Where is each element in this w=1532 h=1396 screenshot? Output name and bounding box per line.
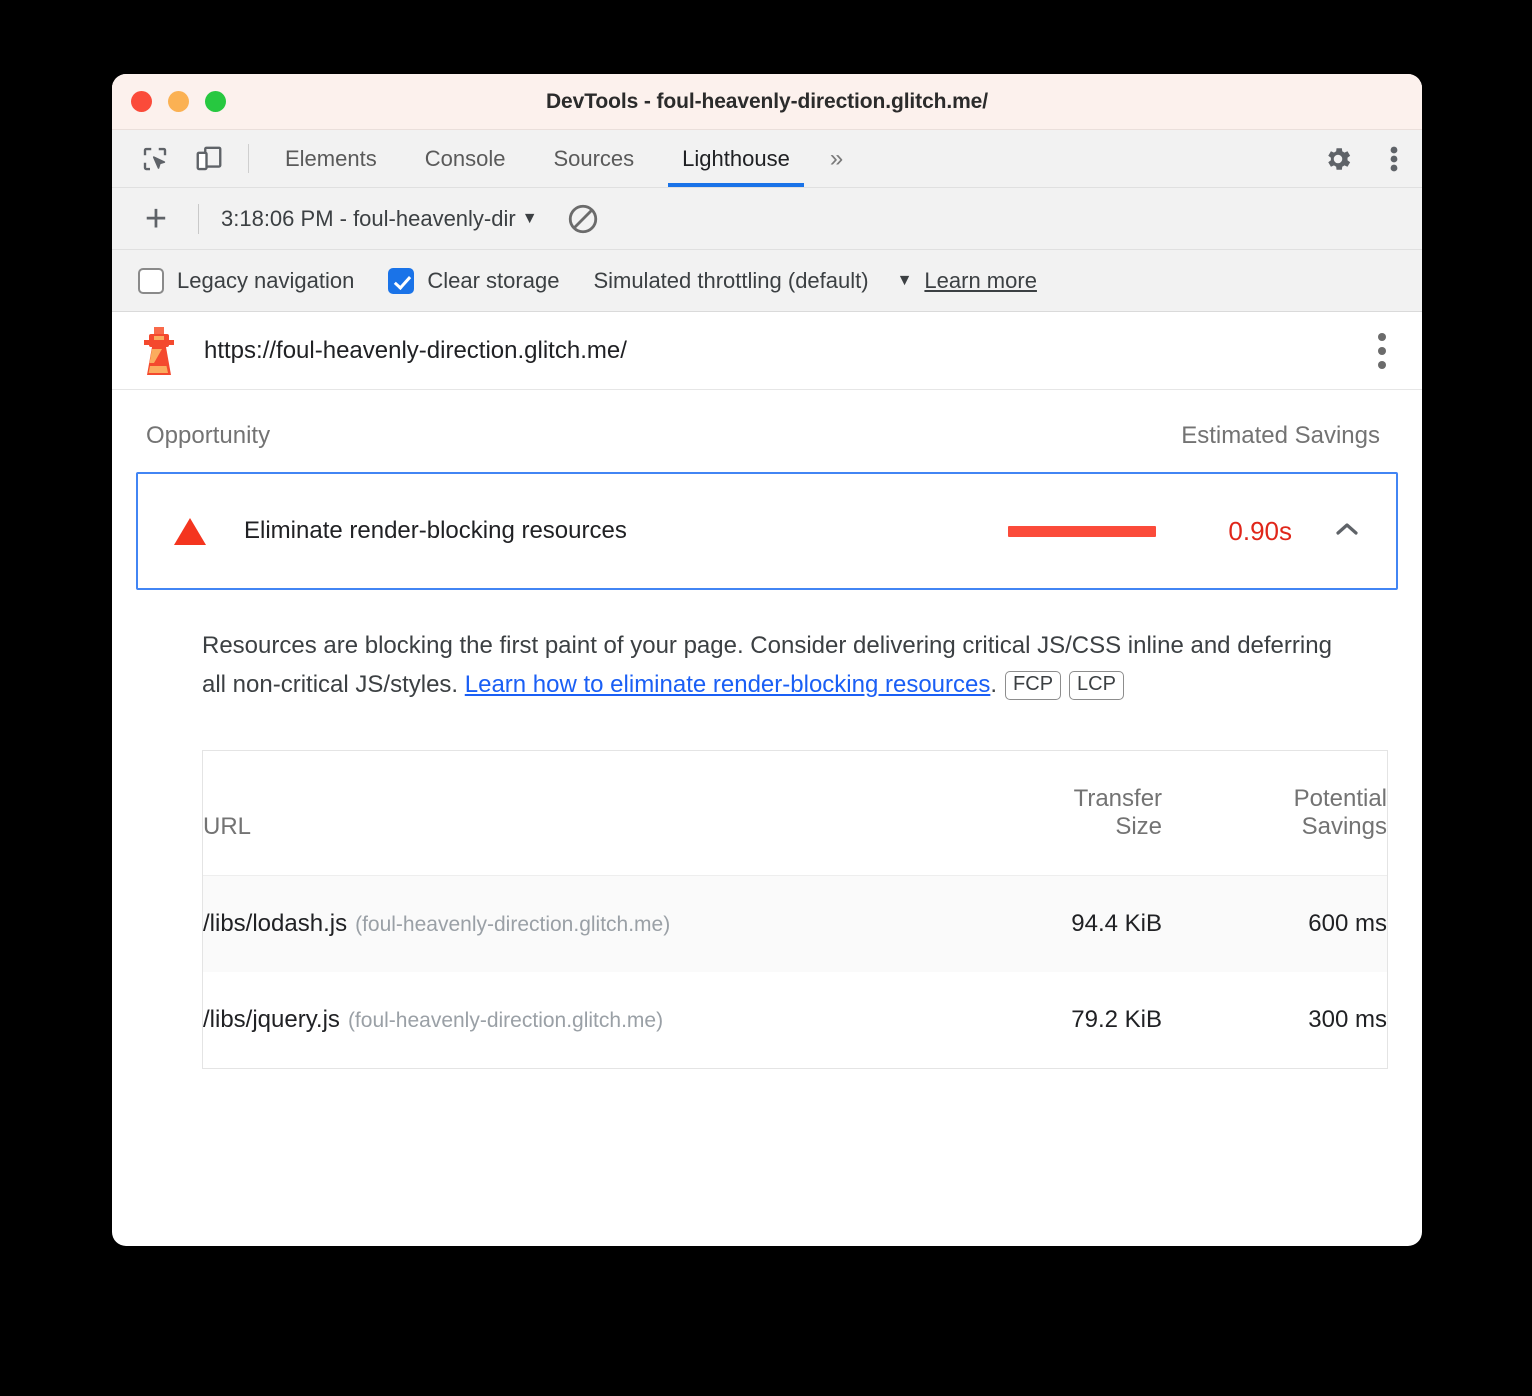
column-header-potential-savings-line2: Savings xyxy=(1301,813,1387,841)
report-selector-dropdown[interactable]: 3:18:06 PM - foul-heavenly-dir ▼ xyxy=(221,206,538,232)
legacy-navigation-label: Legacy navigation xyxy=(177,267,355,293)
more-options-kebab-icon[interactable] xyxy=(1366,143,1422,175)
lighthouse-report-url: https://foul-heavenly-direction.glitch.m… xyxy=(204,336,627,364)
devtools-tabbar: Elements Console Sources Lighthouse » xyxy=(112,130,1422,188)
column-header-potential-savings-line1: Potential xyxy=(1293,785,1387,813)
table-cell-transfer-size: 79.2 KiB xyxy=(925,972,1163,1069)
kebab-dot xyxy=(1378,346,1386,355)
table-cell-url: /libs/lodash.js (foul-heavenly-direction.… xyxy=(203,875,926,973)
report-selector-value: 3:18:06 PM - foul-heavenly-dir xyxy=(221,205,516,231)
resource-path: /libs/lodash.js xyxy=(203,910,348,938)
devtools-window: DevTools - foul-heavenly-direction.glitc… xyxy=(112,74,1422,1246)
tab-lighthouse-label: Lighthouse xyxy=(682,145,790,171)
description-text-after: . xyxy=(990,671,998,699)
throttling-learn-more-link[interactable]: Learn more xyxy=(924,268,1037,294)
opportunity-savings-group: 0.90s xyxy=(1008,516,1362,547)
table-cell-transfer-size: 94.4 KiB xyxy=(925,875,1163,973)
clear-storage-label: Clear storage xyxy=(427,267,560,293)
screenshot-stage: DevTools - foul-heavenly-direction.glitc… xyxy=(0,0,1532,1396)
table-row: /libs/jquery.js (foul-heavenly-direction.… xyxy=(203,972,1387,1069)
device-toolbar-icon[interactable] xyxy=(182,130,236,187)
new-report-label: + xyxy=(144,197,168,240)
lighthouse-report-body: Opportunity Estimated Savings Eliminate … xyxy=(112,390,1422,1070)
column-header-transfer-size-line2: Size xyxy=(1115,813,1163,841)
window-title: DevTools - foul-heavenly-direction.glitc… xyxy=(545,89,988,113)
resource-path: /libs/jquery.js xyxy=(203,1006,340,1034)
lighthouse-report-urlbar: https://foul-heavenly-direction.glitch.m… xyxy=(112,312,1422,390)
lighthouse-runbar: + 3:18:06 PM - foul-heavenly-dir ▼ xyxy=(112,188,1422,250)
savings-bar xyxy=(1008,525,1157,537)
tabbar-right-controls xyxy=(1285,130,1422,187)
new-report-button[interactable]: + xyxy=(136,200,176,238)
metric-chip-fcp: FCP xyxy=(1005,671,1062,701)
legacy-navigation-checkbox[interactable]: Legacy navigation xyxy=(138,267,355,294)
clear-storage-checkbox-box[interactable] xyxy=(388,267,415,294)
tab-elements[interactable]: Elements xyxy=(261,130,401,187)
column-header-potential-savings: Potential Savings xyxy=(1162,751,1387,877)
opportunities-table-header: Opportunity Estimated Savings xyxy=(136,390,1398,472)
runbar-divider xyxy=(198,203,199,234)
estimated-savings-column-header: Estimated Savings xyxy=(1181,422,1380,449)
window-titlebar: DevTools - foul-heavenly-direction.glitc… xyxy=(112,74,1422,130)
render-blocking-resources-table: URL Transfer Size Potential Savings /lib… xyxy=(202,750,1388,1070)
table-cell-potential-savings: 300 ms xyxy=(1162,972,1387,1069)
table-row: /libs/lodash.js (foul-heavenly-direction.… xyxy=(203,875,1387,973)
chevron-down-icon: ▼ xyxy=(521,209,538,227)
opportunity-column-header: Opportunity xyxy=(146,422,271,449)
opportunity-row-eliminate-render-blocking[interactable]: Eliminate render-blocking resources 0.90… xyxy=(136,472,1398,590)
tab-console[interactable]: Console xyxy=(401,130,530,187)
table-header-row: URL Transfer Size Potential Savings xyxy=(203,751,1387,877)
tab-sources[interactable]: Sources xyxy=(529,130,658,187)
kebab-dot xyxy=(1378,360,1386,369)
more-tabs-chevron-icon[interactable]: » xyxy=(814,130,859,187)
clear-storage-checkbox[interactable]: Clear storage xyxy=(388,267,560,294)
panel-tabs: Elements Console Sources Lighthouse xyxy=(261,130,814,187)
chevron-up-icon[interactable] xyxy=(1332,519,1362,544)
kebab-dot xyxy=(1378,332,1386,341)
metric-chip-lcp: LCP xyxy=(1069,671,1124,701)
legacy-navigation-checkbox-box[interactable] xyxy=(138,267,164,294)
clear-all-icon[interactable] xyxy=(566,202,600,236)
opportunity-title: Eliminate render-blocking resources xyxy=(244,517,627,544)
tab-lighthouse[interactable]: Lighthouse xyxy=(658,130,814,187)
resource-host: (foul-heavenly-direction.glitch.me) xyxy=(347,1009,664,1033)
tab-console-label: Console xyxy=(424,145,506,171)
tab-elements-label: Elements xyxy=(285,145,377,171)
eliminate-render-blocking-link[interactable]: Learn how to eliminate render-blocking r… xyxy=(465,671,991,698)
chevron-down-icon-throttling[interactable]: ▼ xyxy=(897,272,913,290)
column-header-transfer-size-line1: Transfer xyxy=(1073,785,1163,813)
inspect-element-icon[interactable] xyxy=(128,130,182,187)
table-cell-potential-savings: 600 ms xyxy=(1162,875,1387,973)
column-header-url: URL xyxy=(203,751,926,877)
report-options-kebab-icon[interactable] xyxy=(1370,325,1394,377)
lighthouse-icon xyxy=(140,326,178,376)
more-tabs-label: » xyxy=(829,144,844,172)
warning-triangle-icon xyxy=(174,517,206,545)
column-header-transfer-size: Transfer Size xyxy=(925,751,1163,877)
settings-gear-icon[interactable] xyxy=(1310,143,1366,175)
opportunity-description: Resources are blocking the first paint o… xyxy=(202,626,1332,704)
toolbar-divider xyxy=(248,144,249,173)
lighthouse-options-bar: Legacy navigation Clear storage Simulate… xyxy=(112,250,1422,312)
table-cell-url: /libs/jquery.js (foul-heavenly-direction.… xyxy=(203,972,926,1069)
tab-sources-label: Sources xyxy=(553,145,635,171)
savings-value: 0.90s xyxy=(1228,515,1292,546)
resource-host: (foul-heavenly-direction.glitch.me) xyxy=(355,913,671,937)
throttling-select-label[interactable]: Simulated throttling (default) xyxy=(593,268,868,294)
